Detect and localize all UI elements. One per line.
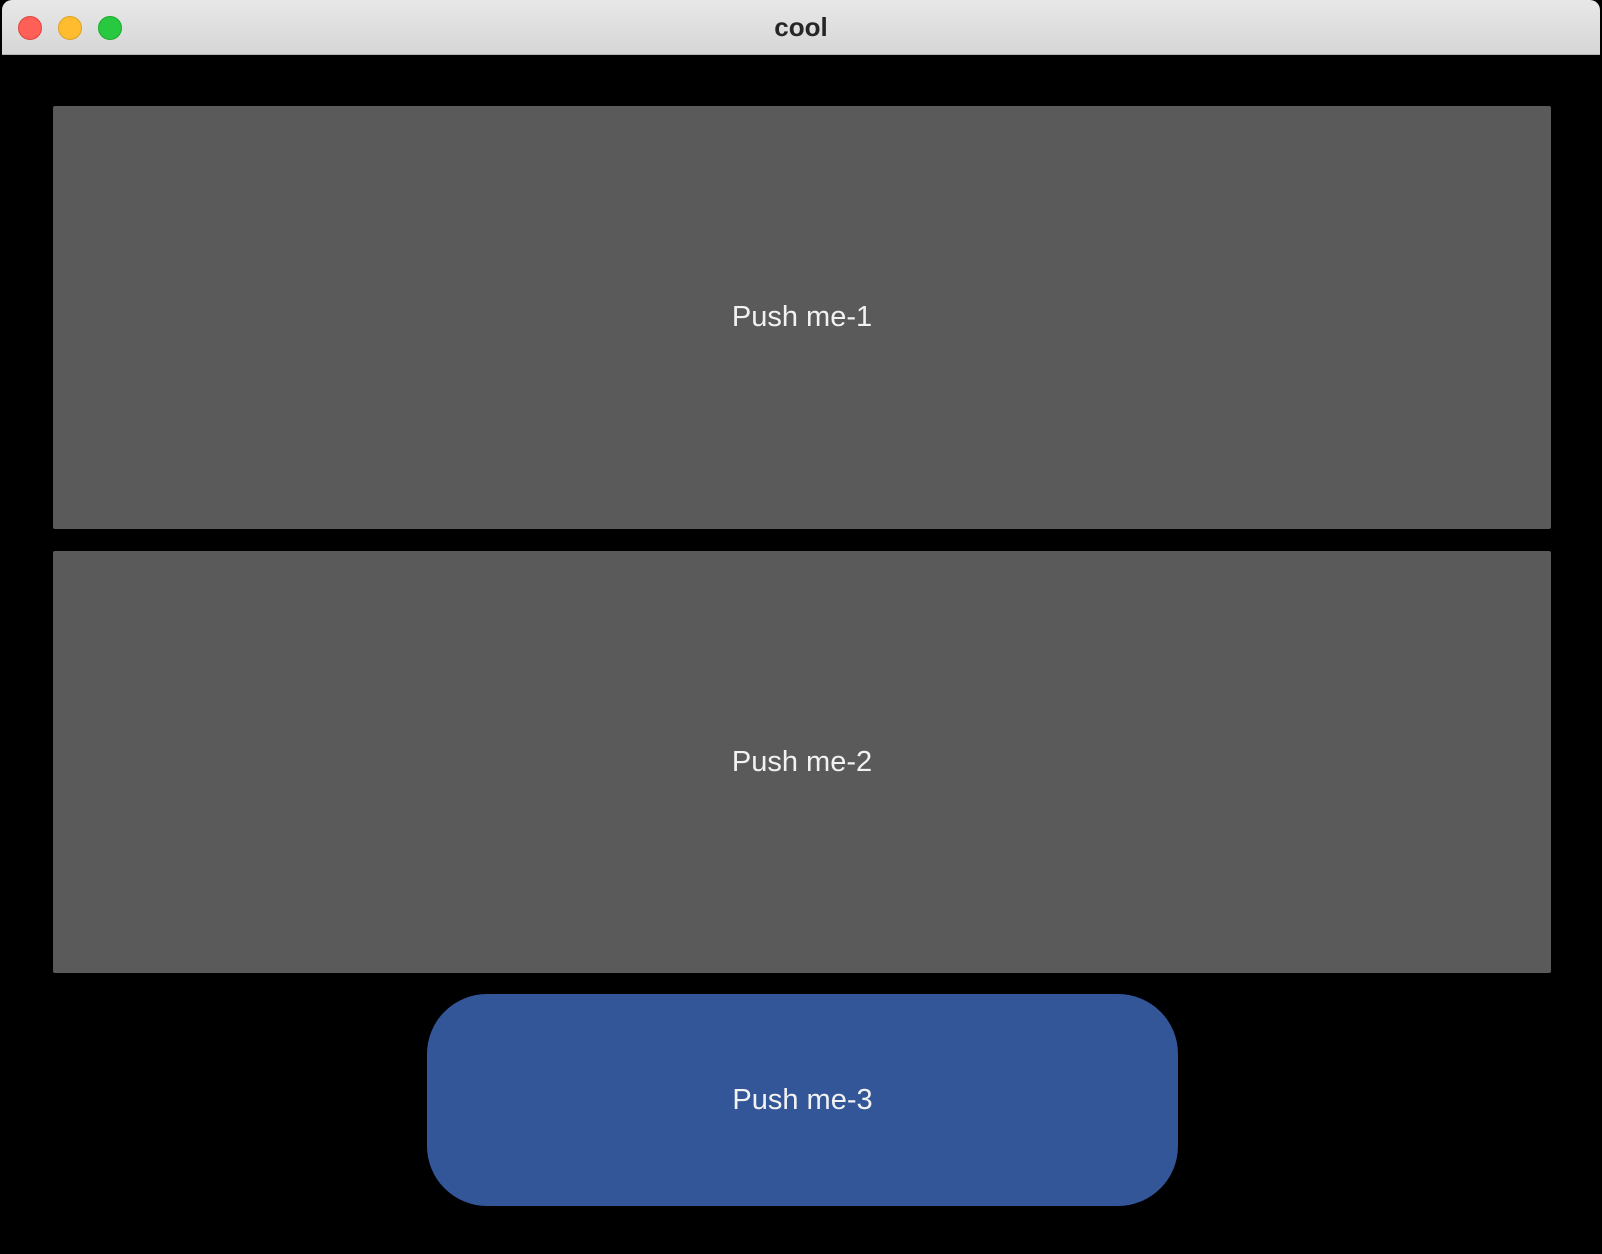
push-me-2-label: Push me-2 [731,745,873,778]
push-me-3-label: Push me-3 [732,1083,873,1116]
push-me-2-button[interactable]: Push me-2 [53,551,1551,973]
window-title: cool [774,12,828,42]
title-bar[interactable]: cool [2,0,1600,55]
push-me-3-button[interactable]: Push me-3 [427,994,1178,1206]
push-me-1-label: Push me-1 [731,301,873,333]
main-content: Push me-1 Push me-2 Push me-3 [2,55,1600,1254]
app-window: cool Push me-1 Push me-2 Push me-3 [2,0,1600,1254]
push-me-1-button[interactable]: Push me-1 [53,106,1551,529]
